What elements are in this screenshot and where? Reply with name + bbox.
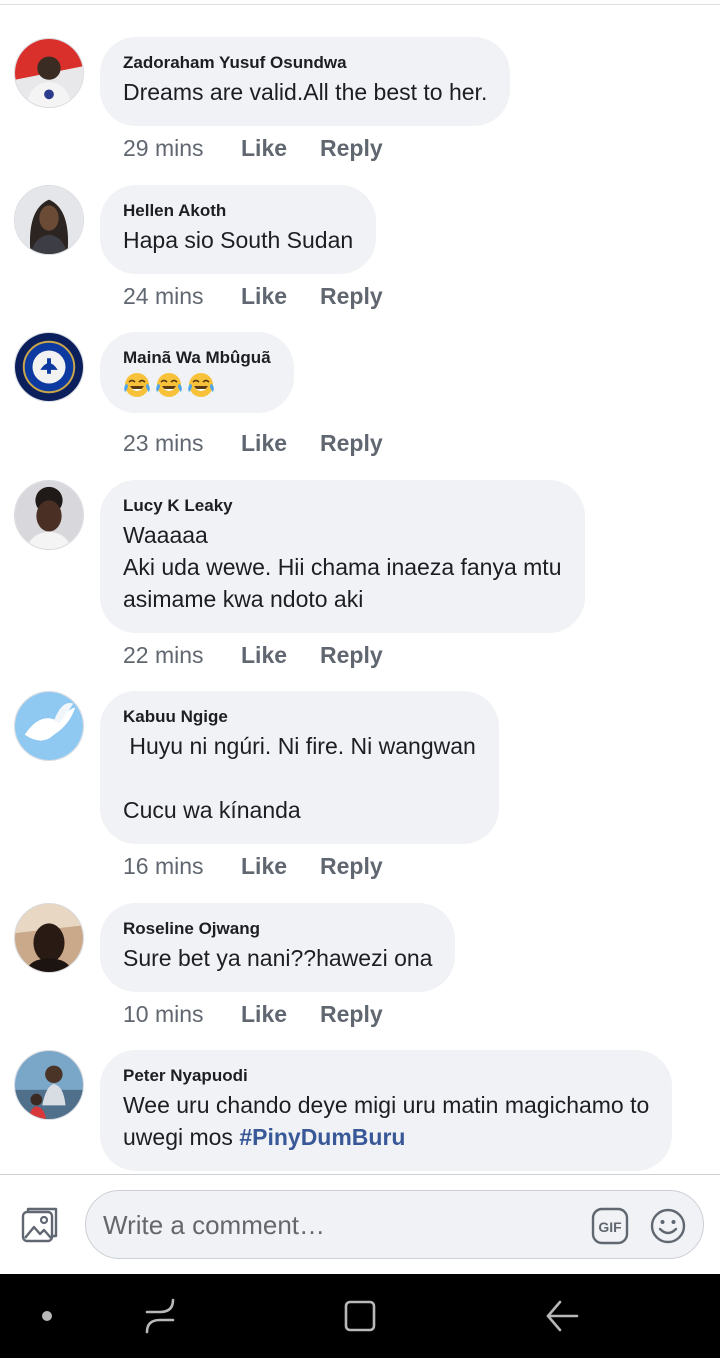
- face-with-tears-of-joy-emoji: [188, 373, 214, 397]
- comment-text: Aki uda wewe. Hii chama inaeza fanya mtu: [123, 554, 562, 580]
- reply-button[interactable]: Reply: [320, 430, 383, 457]
- photo-icon[interactable]: [18, 1203, 62, 1247]
- like-button[interactable]: Like: [241, 1001, 320, 1028]
- comment-actions: 23 mins Like Reply: [123, 428, 383, 458]
- comment-actions: 16 mins Like Reply: [123, 851, 383, 881]
- gif-button[interactable]: GIF: [591, 1207, 629, 1245]
- comment-text: Cucu wa kínanda: [123, 797, 301, 823]
- comment-actions: 29 mins Like Reply: [123, 133, 383, 163]
- comment-bubble: Roseline Ojwang Sure bet ya nani??hawezi…: [100, 903, 456, 992]
- reply-button[interactable]: Reply: [320, 1001, 383, 1028]
- avatar[interactable]: [14, 903, 84, 973]
- like-button[interactable]: Like: [241, 283, 320, 310]
- reply-button[interactable]: Reply: [320, 853, 383, 880]
- comment-text-fragment: uwegi mos: [123, 1124, 240, 1150]
- comment-text: Huyu ni ngúri. Ni fire. Ni wangwan: [123, 733, 476, 759]
- reply-button[interactable]: Reply: [320, 642, 383, 669]
- comment-list: Zadoraham Yusuf Osundwa Dreams are valid…: [0, 0, 720, 1174]
- comment-input-box[interactable]: GIF: [85, 1190, 704, 1259]
- comment-actions: 24 mins Like Reply: [123, 281, 383, 311]
- comment-actions: 22 mins Like Reply: [123, 640, 383, 670]
- avatar[interactable]: [14, 691, 84, 761]
- comment-text: uwegi mos #PinyDumBuru: [123, 1121, 649, 1153]
- comment-bubble: Zadoraham Yusuf Osundwa Dreams are valid…: [100, 37, 511, 126]
- avatar[interactable]: [14, 185, 84, 255]
- emoji-row: [123, 371, 271, 399]
- comment-bubble: Peter Nyapuodi Wee uru chando deye migi …: [100, 1050, 673, 1171]
- back-icon[interactable]: [540, 1294, 584, 1338]
- face-with-tears-of-joy-emoji: [124, 373, 150, 397]
- reply-button[interactable]: Reply: [320, 283, 383, 310]
- comment-author[interactable]: Mainã Wa Mbûguã: [123, 348, 271, 368]
- system-navigation-bar: [0, 1274, 720, 1358]
- comment-timestamp: 23 mins: [123, 429, 204, 456]
- comment-author[interactable]: Roseline Ojwang: [123, 919, 432, 939]
- comment-timestamp: 16 mins: [123, 852, 204, 879]
- recent-apps-icon[interactable]: [138, 1294, 182, 1338]
- comment-author[interactable]: Peter Nyapuodi: [123, 1066, 649, 1086]
- smiley-icon[interactable]: [649, 1207, 687, 1245]
- comment-author[interactable]: Hellen Akoth: [123, 201, 353, 221]
- comment-bubble: Hellen Akoth Hapa sio South Sudan: [100, 185, 377, 274]
- comment-composer: GIF: [0, 1175, 720, 1274]
- home-icon[interactable]: [338, 1294, 382, 1338]
- comment-text: [123, 762, 476, 794]
- like-button[interactable]: Like: [241, 135, 320, 162]
- avatar[interactable]: [14, 332, 84, 402]
- comment-bubble: Lucy K Leaky Waaaaa Aki uda wewe. Hii ch…: [100, 480, 585, 633]
- comment-bubble: Mainã Wa Mbûguã: [100, 332, 294, 413]
- avatar[interactable]: [14, 480, 84, 550]
- comment-text: Waaaaa: [123, 522, 208, 548]
- comment-text: Wee uru chando deye migi uru matin magic…: [123, 1092, 650, 1118]
- comment-author[interactable]: Lucy K Leaky: [123, 496, 562, 516]
- reply-button[interactable]: Reply: [320, 135, 383, 162]
- like-button[interactable]: Like: [241, 853, 320, 880]
- comment-actions: 10 mins Like Reply: [123, 999, 383, 1029]
- avatar[interactable]: [14, 38, 84, 108]
- avatar[interactable]: [14, 1050, 84, 1120]
- gif-label: GIF: [598, 1219, 622, 1235]
- comment-bubble: Kabuu Ngige Huyu ni ngúri. Ni fire. Ni w…: [100, 691, 499, 844]
- comment-text: Hapa sio South Sudan: [123, 227, 354, 253]
- comment-author[interactable]: Zadoraham Yusuf Osundwa: [123, 53, 487, 73]
- face-with-tears-of-joy-emoji: [156, 373, 182, 397]
- comment-text: Dreams are valid.All the best to her.: [123, 79, 488, 105]
- comment-input[interactable]: [103, 1203, 573, 1247]
- comment-timestamp: 22 mins: [123, 641, 204, 668]
- comment-author[interactable]: Kabuu Ngige: [123, 707, 476, 727]
- dot-icon[interactable]: [25, 1294, 69, 1338]
- hashtag-link[interactable]: #PinyDumBuru: [239, 1124, 405, 1150]
- comment-text: Sure bet ya nani??hawezi ona: [123, 945, 433, 971]
- comment-timestamp: 29 mins: [123, 134, 204, 161]
- comment-timestamp: 10 mins: [123, 1000, 204, 1027]
- like-button[interactable]: Like: [241, 642, 320, 669]
- comment-text: asimame kwa ndoto aki: [123, 586, 364, 612]
- like-button[interactable]: Like: [241, 430, 320, 457]
- comment-timestamp: 24 mins: [123, 282, 204, 309]
